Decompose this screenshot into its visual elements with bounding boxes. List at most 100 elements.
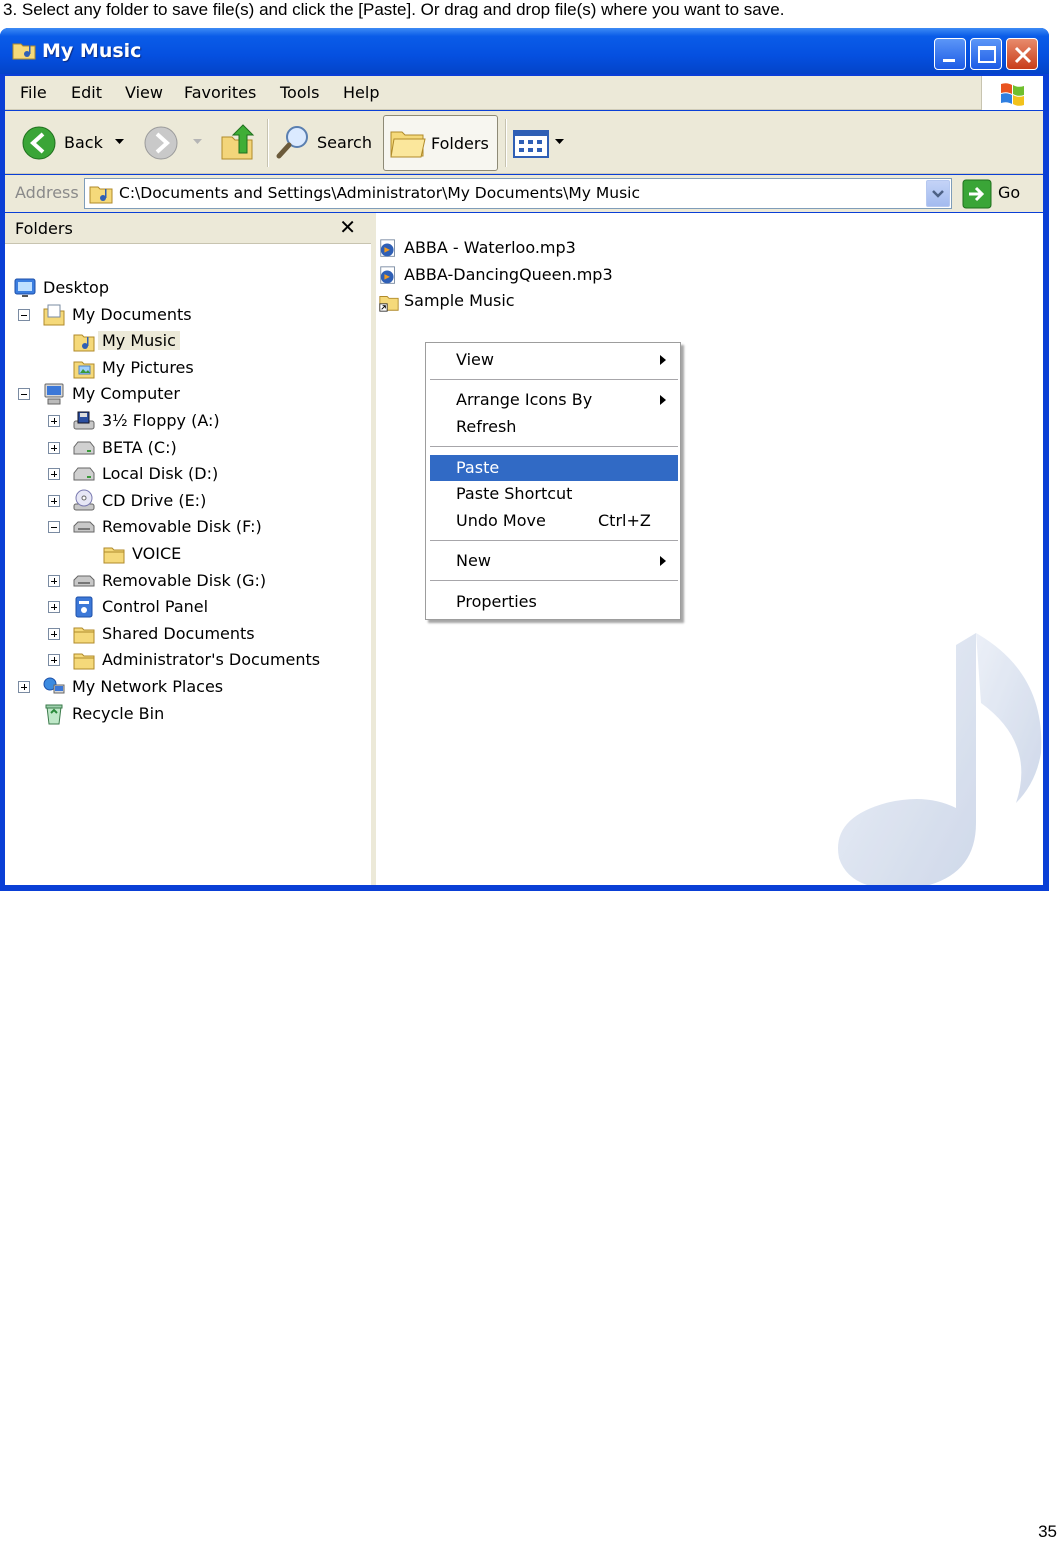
tree-item[interactable]: Shared Documents xyxy=(48,622,378,648)
address-bar: Address C:\Documents and Settings\Admini… xyxy=(5,175,1043,212)
mp3-file-icon xyxy=(378,238,400,260)
tree-item[interactable]: My Music xyxy=(48,329,378,355)
forward-arrow-icon xyxy=(144,126,178,160)
minimize-icon xyxy=(943,59,955,62)
desktop-icon xyxy=(13,276,37,300)
windows-flag-icon xyxy=(1001,83,1024,106)
floppy-drive-icon xyxy=(72,409,96,433)
tree-item-label: My Pictures xyxy=(102,357,194,377)
expand-icon[interactable] xyxy=(48,654,60,667)
context-menu-view[interactable]: View xyxy=(430,347,678,373)
context-menu-new[interactable]: New xyxy=(430,548,678,574)
forward-button[interactable] xyxy=(141,115,207,171)
close-window-button[interactable] xyxy=(1006,38,1038,70)
menu-file[interactable]: File xyxy=(20,83,47,102)
shortcut-text: Ctrl+Z xyxy=(598,511,651,530)
tree-item[interactable]: My Pictures xyxy=(48,356,378,382)
expand-icon[interactable] xyxy=(48,574,60,587)
context-menu-paste-shortcut[interactable]: Paste Shortcut xyxy=(430,481,678,507)
hard-drive-icon xyxy=(72,462,96,486)
menu-separator xyxy=(430,379,678,380)
close-folders-pane-icon[interactable]: ✕ xyxy=(339,215,356,239)
tree-item[interactable]: Desktop xyxy=(13,276,343,302)
back-arrow-icon xyxy=(22,126,56,160)
menu-view[interactable]: View xyxy=(125,83,163,102)
back-button[interactable]: Back xyxy=(19,115,129,171)
context-menu-undo-move[interactable]: Undo Move Ctrl+Z xyxy=(430,508,678,534)
views-dropdown-icon xyxy=(555,139,564,144)
file-item-label: ABBA - Waterloo.mp3 xyxy=(404,238,576,257)
tree-item[interactable]: My Computer xyxy=(18,382,348,408)
back-dropdown-icon[interactable] xyxy=(115,139,125,147)
tree-item-label: My Network Places xyxy=(72,677,224,696)
context-menu-paste[interactable]: Paste xyxy=(430,455,678,481)
tree-item[interactable]: Administrator's Documents xyxy=(48,648,378,674)
submenu-arrow-icon xyxy=(660,395,666,405)
context-menu-properties[interactable]: Properties xyxy=(430,589,678,615)
tree-item[interactable]: BETA (C:) xyxy=(48,436,378,462)
tree-item-label: Administrator's Documents xyxy=(102,650,321,670)
address-input[interactable]: C:\Documents and Settings\Administrator\… xyxy=(84,178,952,209)
folder-icon xyxy=(102,542,126,566)
expand-icon[interactable] xyxy=(48,627,60,640)
tree-item-label: My Computer xyxy=(72,384,180,404)
expand-icon[interactable] xyxy=(48,415,60,427)
my-pictures-folder-icon xyxy=(72,356,96,380)
folders-icon xyxy=(390,131,426,158)
tree-item-label: My Documents xyxy=(72,304,192,324)
forward-dropdown-icon[interactable] xyxy=(193,139,203,147)
tree-item[interactable]: My Network Places xyxy=(18,675,348,701)
tree-item-label: Control Panel xyxy=(102,597,209,617)
tree-item[interactable]: Removable Disk (G:) xyxy=(48,569,378,595)
instruction-text: 3. Select any folder to save file(s) and… xyxy=(3,0,785,19)
menu-bar: File Edit View Favorites Tools Help xyxy=(5,76,1043,110)
menu-help[interactable]: Help xyxy=(343,83,379,102)
expand-icon[interactable] xyxy=(48,494,60,507)
menu-favorites[interactable]: Favorites xyxy=(184,83,256,102)
menu-edit[interactable]: Edit xyxy=(71,83,102,102)
menu-tools[interactable]: Tools xyxy=(280,83,319,102)
tree-item[interactable]: Local Disk (D:) xyxy=(48,462,378,488)
file-item-label: ABBA-DancingQueen.mp3 xyxy=(404,264,613,284)
file-item[interactable]: ABBA-DancingQueen.mp3 xyxy=(376,264,676,290)
removable-disk-icon xyxy=(72,515,96,539)
tree-item[interactable]: CD Drive (E:) xyxy=(48,489,378,515)
file-item[interactable]: ABBA - Waterloo.mp3 xyxy=(376,237,676,263)
context-menu-arrange-icons-by[interactable]: Arrange Icons By xyxy=(430,387,678,413)
expand-icon[interactable] xyxy=(48,601,60,614)
tree-item[interactable]: VOICE xyxy=(78,542,408,568)
expand-icon[interactable] xyxy=(48,441,60,454)
maximize-button[interactable] xyxy=(970,38,1002,70)
expand-icon[interactable] xyxy=(18,681,30,693)
music-folder-icon xyxy=(12,43,36,60)
context-menu-refresh[interactable]: Refresh xyxy=(430,414,678,440)
views-button[interactable] xyxy=(513,115,568,171)
up-folder-button[interactable] xyxy=(217,115,257,171)
windows-logo xyxy=(981,76,1043,110)
folders-button[interactable]: Folders xyxy=(383,115,498,171)
collapse-icon[interactable] xyxy=(48,521,60,534)
up-folder-icon xyxy=(221,124,255,160)
file-item[interactable]: Sample Music xyxy=(376,290,676,316)
tree-item[interactable]: Control Panel xyxy=(48,595,378,621)
collapse-icon[interactable] xyxy=(18,388,30,401)
collapse-icon[interactable] xyxy=(18,308,30,321)
tree-item[interactable]: Removable Disk (F:) xyxy=(48,515,378,541)
tree-item[interactable]: Recycle Bin xyxy=(18,702,348,728)
maximize-icon xyxy=(978,46,996,63)
tree-item[interactable]: My Documents xyxy=(18,303,348,329)
title-bar[interactable]: My Music xyxy=(0,28,1049,74)
window-title: My Music xyxy=(42,40,142,62)
minimize-button[interactable] xyxy=(934,38,966,70)
search-button[interactable]: Search xyxy=(275,115,375,171)
submenu-arrow-icon xyxy=(660,556,666,566)
menu-separator xyxy=(430,446,678,447)
music-note-watermark-icon xyxy=(838,633,1042,885)
tree-item-label: BETA (C:) xyxy=(102,437,177,457)
folders-pane-header: Folders ✕ xyxy=(5,213,371,244)
tree-item[interactable]: 3½ Floppy (A:) xyxy=(48,409,378,435)
address-dropdown-button[interactable] xyxy=(926,180,950,207)
tree-item-label: CD Drive (E:) xyxy=(102,490,207,510)
tree-item-label: 3½ Floppy (A:) xyxy=(102,411,220,430)
expand-icon[interactable] xyxy=(48,468,60,481)
